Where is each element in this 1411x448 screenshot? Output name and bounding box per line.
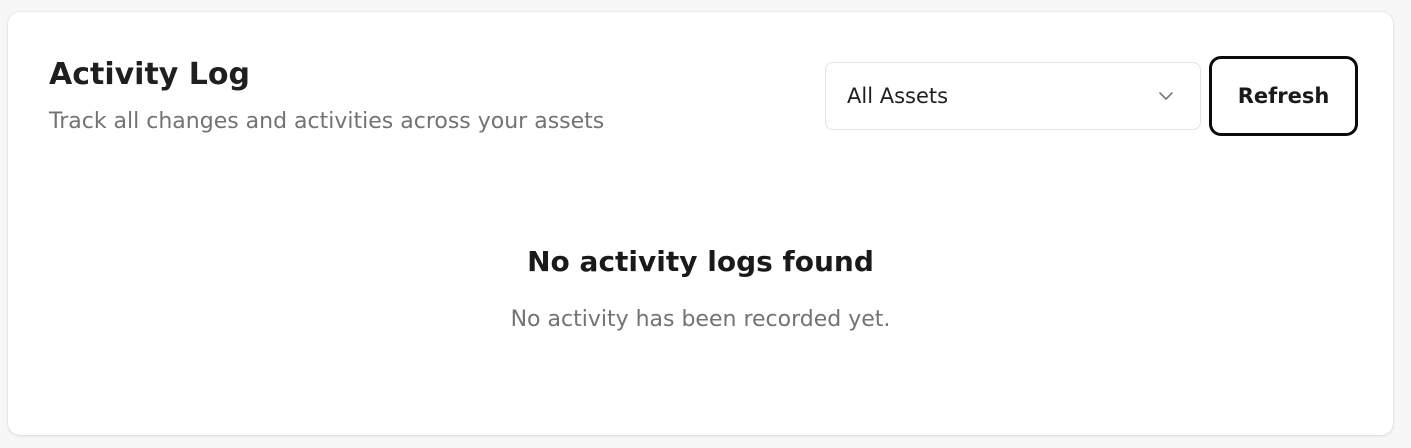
empty-state-title: No activity logs found bbox=[527, 245, 874, 278]
page-subtitle: Track all changes and activities across … bbox=[49, 109, 605, 134]
page-title: Activity Log bbox=[49, 57, 251, 92]
asset-filter-value: All Assets bbox=[847, 84, 949, 108]
refresh-button[interactable]: Refresh bbox=[1209, 56, 1358, 136]
activity-log-card: Activity Log Track all changes and activ… bbox=[8, 12, 1393, 435]
asset-filter-select[interactable]: All Assets bbox=[825, 62, 1201, 130]
chevron-down-icon bbox=[1159, 92, 1173, 100]
empty-state-message: No activity has been recorded yet. bbox=[510, 307, 891, 332]
